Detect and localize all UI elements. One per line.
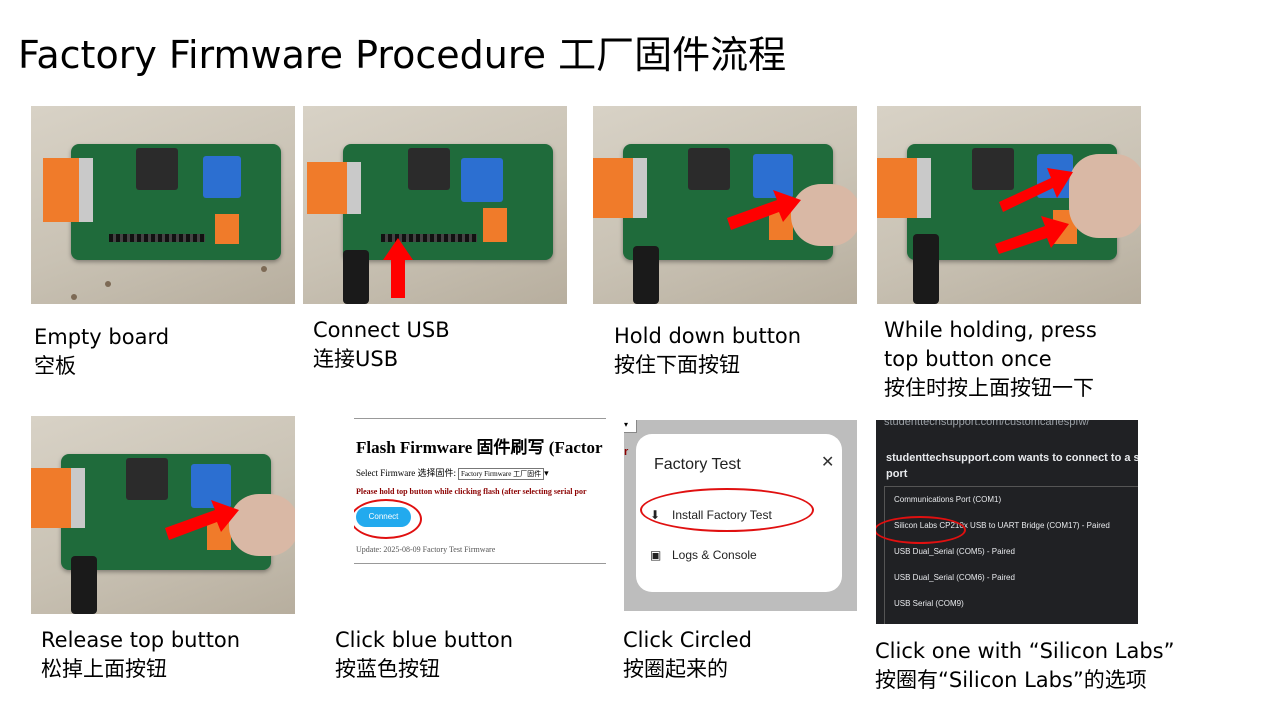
page-url: studenttechsupport.com/customcanespfw/ [884, 420, 1090, 428]
firmware-select[interactable]: Factory Firmware 工厂固件 [457, 468, 545, 480]
step-3-caption: Hold down button 按住下面按钮 [614, 324, 802, 377]
highlight-ring [876, 516, 966, 544]
install-dialog-screenshot: ▾ r Factory Test ✕ ⬇ Install Factory Test… [624, 420, 857, 611]
step-7-caption: Click Circled 按圈起来的 [623, 628, 753, 681]
terminal-icon: ▣ [650, 548, 662, 562]
port-option[interactable]: Communications Port (COM1) [894, 495, 1001, 504]
photo-hold-button [593, 106, 857, 304]
step-5-caption: Release top button 松掉上面按钮 [41, 628, 241, 681]
dialog-title: Factory Test [654, 456, 741, 473]
arrow-icon [165, 500, 239, 540]
port-option[interactable]: USB Dual_Serial (COM6) - Paired [894, 573, 1015, 582]
arrow-icon [727, 190, 801, 230]
serial-port-picker-screenshot: studenttechsupport.com/customcanespfw/ s… [876, 420, 1138, 624]
photo-release-button [31, 416, 295, 614]
usb-cable [343, 250, 369, 304]
update-text: Update: 2025-08-09 Factory Test Firmware [356, 545, 496, 554]
arrow-icon [995, 216, 1069, 254]
step-1-caption: Empty board 空板 [34, 325, 170, 378]
step-2-caption: Connect USB 连接USB [313, 318, 450, 371]
photo-press-top-button [877, 106, 1141, 304]
port-option[interactable]: USB Serial (COM9) [894, 599, 964, 608]
firmware-select-row: Select Firmware 选择固件: Factory Firmware 工厂… [356, 468, 549, 480]
flash-firmware-screenshot: Flash Firmware 固件刷写 (Factor Select Firmw… [354, 418, 606, 564]
flash-warning: Please hold top button while clicking fl… [356, 487, 587, 496]
close-icon[interactable]: ✕ [821, 452, 834, 472]
step-8-caption: Click one with “Silicon Labs” 按圈有“Silicon… [875, 639, 1175, 692]
step-6-caption: Click blue button 按蓝色按钮 [335, 628, 514, 681]
picker-heading: studenttechsupport.com wants to connect … [886, 452, 1138, 480]
highlight-ring [640, 488, 814, 532]
logs-console-item[interactable]: ▣ Logs & Console [650, 548, 757, 562]
photo-empty-board [31, 106, 295, 304]
photo-connect-usb [303, 106, 567, 304]
highlight-ring [354, 499, 422, 539]
port-option[interactable]: USB Dual_Serial (COM5) - Paired [894, 547, 1015, 556]
up-arrow-icon [391, 258, 405, 298]
step-4-caption: While holding, press top button once 按住时按上… [884, 318, 1097, 400]
page-title: Factory Firmware Procedure 工厂固件流程 [18, 33, 787, 77]
flash-heading: Flash Firmware 固件刷写 (Factor [356, 438, 603, 457]
arrow-icon [999, 168, 1073, 212]
